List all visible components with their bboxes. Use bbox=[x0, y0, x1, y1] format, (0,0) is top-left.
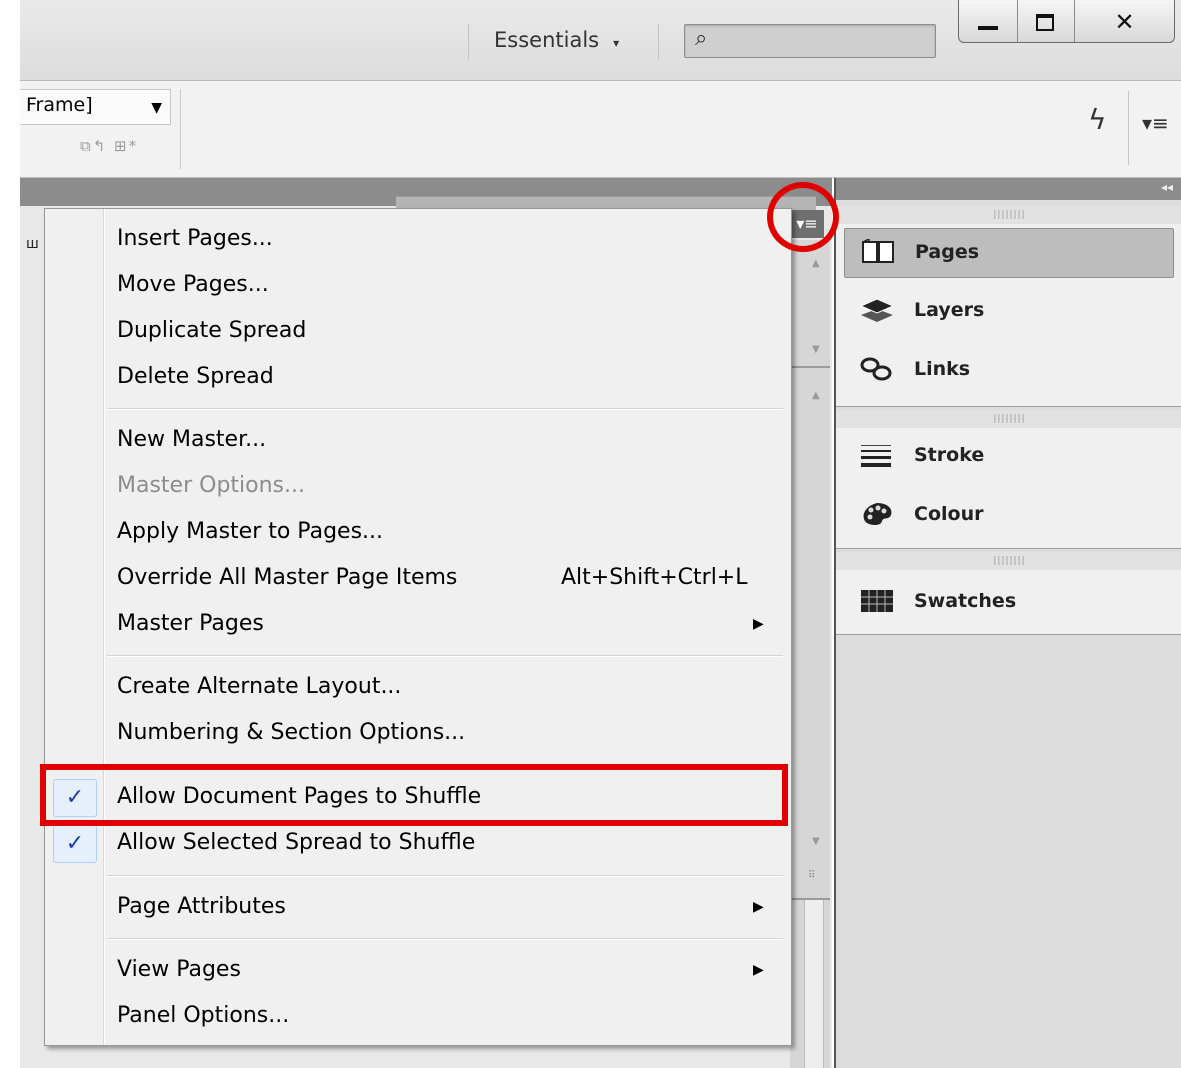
menu-separator bbox=[107, 875, 783, 877]
application-bar: Essentials ▾ ⌕ ✕ bbox=[20, 0, 1181, 81]
dock-item-swatches[interactable]: Swatches bbox=[844, 578, 1172, 626]
window-controls: ✕ bbox=[958, 0, 1175, 43]
swatches-icon bbox=[861, 590, 893, 612]
menu-item-master-pages[interactable]: Master Pages ▶ bbox=[105, 602, 785, 646]
menu-separator bbox=[107, 408, 783, 410]
maximize-icon bbox=[1036, 14, 1054, 31]
scroll-down-icon[interactable]: ▼ bbox=[812, 344, 820, 355]
menu-item-allow-selected-spread-to-shuffle[interactable]: Allow Selected Spread to Shuffle bbox=[105, 821, 785, 865]
dock-group-stroke-colour: |||||||| Stroke Colour bbox=[836, 410, 1181, 549]
dock-item-colour[interactable]: Colour bbox=[844, 491, 1172, 539]
divider bbox=[1128, 91, 1129, 165]
minimize-icon bbox=[978, 26, 998, 30]
lightning-icon[interactable]: ϟ bbox=[1088, 103, 1106, 136]
search-icon: ⌕ bbox=[695, 26, 708, 51]
frame-select-value: Frame] bbox=[26, 94, 93, 116]
control-bar: Frame] ▼ ⧉↰ ⊞* ϟ ▾≡ bbox=[20, 81, 1181, 178]
menu-item-panel-options[interactable]: Panel Options... bbox=[105, 994, 785, 1038]
chevron-down-icon: ▾ bbox=[613, 36, 620, 50]
dock-item-layers[interactable]: Layers bbox=[844, 287, 1172, 335]
panel-dock: ◂◂ |||||||| Pages Layers Links |||||||| … bbox=[834, 178, 1181, 1068]
maximize-button[interactable] bbox=[1018, 0, 1075, 42]
menu-item-insert-pages[interactable]: Insert Pages... bbox=[105, 217, 785, 261]
scroll-down-icon[interactable]: ▼ bbox=[812, 836, 820, 847]
minimize-button[interactable] bbox=[959, 0, 1018, 42]
stroke-icon bbox=[861, 445, 891, 467]
dock-group-swatches: |||||||| Swatches bbox=[836, 552, 1181, 635]
menu-separator bbox=[107, 655, 783, 657]
submenu-arrow-icon: ▶ bbox=[753, 962, 764, 978]
scrollbar[interactable] bbox=[804, 900, 824, 1068]
workspace-switcher[interactable]: Essentials ▾ bbox=[494, 22, 619, 58]
menu-item-duplicate-spread[interactable]: Duplicate Spread bbox=[105, 309, 785, 353]
menu-item-apply-master-to-pages[interactable]: Apply Master to Pages... bbox=[105, 510, 785, 554]
close-button[interactable]: ✕ bbox=[1075, 0, 1174, 42]
submenu-arrow-icon: ▶ bbox=[753, 899, 764, 915]
pages-panel-menu: Insert Pages... Move Pages... Duplicate … bbox=[44, 208, 792, 1046]
colour-icon bbox=[863, 503, 892, 526]
annotation-highlight-box bbox=[40, 764, 788, 826]
menu-item-create-alternate-layout[interactable]: Create Alternate Layout... bbox=[105, 665, 785, 709]
close-icon: ✕ bbox=[1114, 8, 1135, 36]
frame-fitting-icons[interactable]: ⧉↰ ⊞* bbox=[80, 137, 138, 155]
annotation-circle bbox=[767, 182, 839, 252]
menu-item-move-pages[interactable]: Move Pages... bbox=[105, 263, 785, 307]
dock-header: ◂◂ bbox=[836, 178, 1181, 200]
resize-grip-icon[interactable]: ⠿ bbox=[808, 870, 815, 881]
menu-item-page-attributes[interactable]: Page Attributes ▶ bbox=[105, 885, 785, 929]
search-input[interactable]: ⌕ bbox=[684, 24, 936, 58]
menu-item-numbering-section-options[interactable]: Numbering & Section Options... bbox=[105, 711, 785, 755]
checkmark-icon: ✓ bbox=[53, 825, 97, 863]
links-icon bbox=[860, 357, 892, 381]
scroll-up-icon[interactable]: ▲ bbox=[812, 258, 820, 269]
group-grip[interactable]: |||||||| bbox=[836, 206, 1181, 224]
menu-item-master-options: Master Options... bbox=[117, 473, 305, 498]
workspace-label: Essentials bbox=[494, 28, 600, 52]
dock-item-links[interactable]: Links bbox=[844, 346, 1172, 394]
group-grip[interactable]: |||||||| bbox=[836, 552, 1181, 570]
ruler-mark: ш bbox=[26, 236, 39, 252]
dock-item-pages[interactable]: Pages bbox=[844, 228, 1174, 278]
control-bar-menu-icon[interactable]: ▾≡ bbox=[1142, 111, 1169, 135]
dropdown-arrow-icon: ▼ bbox=[151, 100, 162, 116]
dock-group-pages-layers-links: |||||||| Pages Layers Links bbox=[836, 206, 1181, 407]
divider bbox=[658, 24, 659, 60]
layers-icon bbox=[860, 298, 894, 322]
frame-fitting-select[interactable]: Frame] ▼ bbox=[20, 89, 171, 125]
scroll-up-icon[interactable]: ▲ bbox=[812, 390, 820, 401]
menu-icon-gutter bbox=[45, 209, 104, 1045]
pages-icon bbox=[862, 239, 894, 263]
dock-item-stroke[interactable]: Stroke bbox=[844, 432, 1172, 480]
menu-item-new-master[interactable]: New Master... bbox=[105, 418, 785, 462]
menu-item-delete-spread[interactable]: Delete Spread bbox=[105, 355, 785, 399]
divider bbox=[790, 366, 830, 368]
menu-item-shortcut: Alt+Shift+Ctrl+L bbox=[561, 565, 748, 590]
menu-item-override-all-master-page-items[interactable]: Override All Master Page Items Alt+Shift… bbox=[105, 556, 785, 600]
collapse-dock-icon[interactable]: ◂◂ bbox=[1161, 180, 1173, 194]
menu-item-view-pages[interactable]: View Pages ▶ bbox=[105, 948, 785, 992]
pages-panel-scroll-strip: ▲ ▼ ▲ ▼ ⠿ bbox=[790, 240, 830, 1068]
submenu-arrow-icon: ▶ bbox=[753, 616, 764, 632]
divider bbox=[180, 89, 181, 169]
menu-separator bbox=[107, 938, 783, 940]
group-grip[interactable]: |||||||| bbox=[836, 410, 1181, 428]
divider bbox=[468, 24, 469, 60]
